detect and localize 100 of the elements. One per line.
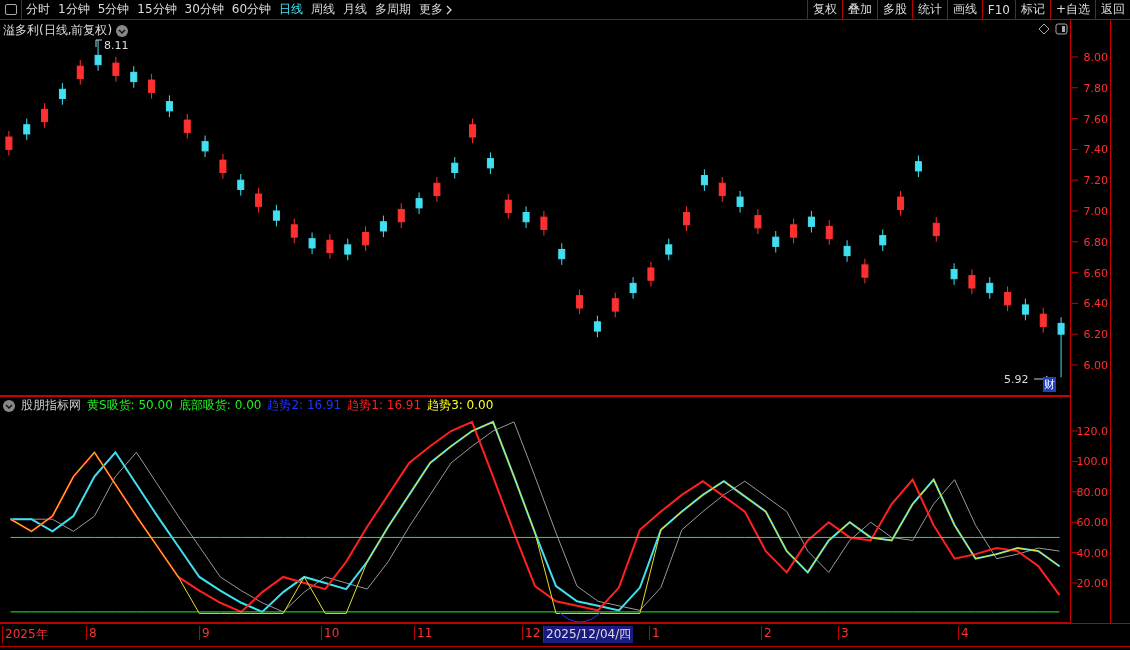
candle xyxy=(1039,307,1047,334)
candle xyxy=(112,56,120,83)
axis-label: 6.00 xyxy=(1083,358,1108,372)
candle xyxy=(1057,316,1065,378)
axis-label: 8.00 xyxy=(1083,50,1108,64)
period-tab[interactable]: 30分钟 xyxy=(180,0,228,19)
arc-curve xyxy=(559,612,601,623)
candle xyxy=(807,210,815,234)
legend-item: 趋势3: 0.00 xyxy=(427,397,494,414)
axis-label: 6.60 xyxy=(1083,266,1108,280)
date-label: 12 xyxy=(522,626,543,640)
candle xyxy=(272,204,280,227)
dropdown-icon[interactable] xyxy=(116,24,129,37)
candle xyxy=(576,289,584,315)
toolbar-button[interactable]: 复权 xyxy=(806,0,842,19)
high-price-label: 8.11 xyxy=(104,39,129,52)
period-tab[interactable]: 1分钟 xyxy=(54,0,94,19)
candle xyxy=(486,151,494,175)
legend-item: 趋势1: 16.91 xyxy=(347,397,422,414)
legend-item: 底部吸货: 0.00 xyxy=(178,397,262,414)
date-label: 2025/12/04/四 xyxy=(543,626,634,643)
toolbar-button[interactable]: 叠加 xyxy=(841,0,877,19)
date-label: 2025年 xyxy=(2,626,50,643)
candle xyxy=(23,118,31,141)
panel-toggle-icon[interactable] xyxy=(1055,23,1068,35)
candle xyxy=(790,218,798,244)
dropdown-icon[interactable] xyxy=(3,399,15,412)
candle xyxy=(94,39,102,72)
axis-label: 6.20 xyxy=(1083,328,1108,342)
axis-label: 80.00 xyxy=(1076,485,1108,499)
candle xyxy=(522,205,530,229)
candle xyxy=(326,233,334,260)
candle xyxy=(1004,285,1012,312)
period-tab[interactable]: 60分钟 xyxy=(227,0,276,19)
candle xyxy=(558,242,566,266)
period-tab[interactable]: 5分钟 xyxy=(93,0,134,19)
candle xyxy=(130,65,138,89)
legend-item: 黄S吸货: 50.00 xyxy=(87,397,173,414)
period-tab[interactable]: 多周期 xyxy=(371,0,416,19)
candle xyxy=(379,215,387,238)
candle xyxy=(504,193,512,220)
candle xyxy=(593,315,601,338)
axis-label: 40.00 xyxy=(1076,546,1108,560)
candle xyxy=(290,218,298,244)
candle xyxy=(986,276,994,300)
candle xyxy=(718,176,726,203)
candle xyxy=(914,155,922,178)
news-tag[interactable]: 财 xyxy=(1043,377,1056,392)
candle xyxy=(5,130,13,156)
candle xyxy=(879,228,887,252)
candle xyxy=(183,113,191,140)
period-tab[interactable]: 更多 xyxy=(415,0,457,19)
axis-label: 60.00 xyxy=(1076,516,1108,530)
diamond-icon[interactable] xyxy=(1038,23,1050,35)
candle xyxy=(397,202,405,229)
candle xyxy=(219,153,227,180)
toolbar-button[interactable]: 多股 xyxy=(876,0,912,19)
axis-label: 100.0 xyxy=(1076,455,1108,469)
candle xyxy=(736,190,744,213)
date-label: 11 xyxy=(414,626,435,640)
candle xyxy=(968,269,976,295)
candle xyxy=(76,59,84,86)
candle xyxy=(665,238,673,261)
toolbar-button[interactable]: +自选 xyxy=(1049,0,1095,19)
candle xyxy=(700,168,708,192)
candle xyxy=(772,230,780,254)
date-label: 9 xyxy=(199,626,212,640)
toolbar-button[interactable]: 标记 xyxy=(1014,0,1050,19)
candle xyxy=(629,276,637,300)
period-tab[interactable]: 分时 xyxy=(22,0,54,19)
toolbar-button[interactable]: 统计 xyxy=(911,0,947,19)
candle xyxy=(433,176,441,203)
candle xyxy=(843,239,851,263)
candle xyxy=(308,232,316,255)
candle xyxy=(41,102,49,129)
toolbar-button[interactable]: 返回 xyxy=(1095,0,1130,19)
period-tab[interactable]: 月线 xyxy=(339,0,372,19)
period-tab[interactable]: 15分钟 xyxy=(133,0,181,19)
axis-label: 7.60 xyxy=(1083,112,1108,126)
date-label: 10 xyxy=(321,626,342,640)
date-label: 2 xyxy=(761,626,774,640)
axis-label: 6.80 xyxy=(1083,235,1108,249)
toolbar-button[interactable]: 画线 xyxy=(946,0,982,19)
period-tab[interactable]: 日线 xyxy=(275,0,308,19)
candle xyxy=(647,261,655,287)
candle xyxy=(201,135,209,158)
axis-label: 7.80 xyxy=(1083,81,1108,95)
date-label: 3 xyxy=(838,626,851,640)
candle xyxy=(148,73,156,100)
candle xyxy=(237,173,245,197)
candle xyxy=(451,156,459,180)
candle xyxy=(950,262,958,286)
candle xyxy=(683,205,691,232)
axis-label: 7.00 xyxy=(1083,204,1108,218)
candle xyxy=(754,208,762,235)
candle xyxy=(362,225,370,252)
candle xyxy=(897,190,905,217)
toolbar-button[interactable]: F10 xyxy=(981,0,1015,19)
axis-label: 7.20 xyxy=(1083,174,1108,188)
period-tab[interactable]: 周线 xyxy=(307,0,340,19)
